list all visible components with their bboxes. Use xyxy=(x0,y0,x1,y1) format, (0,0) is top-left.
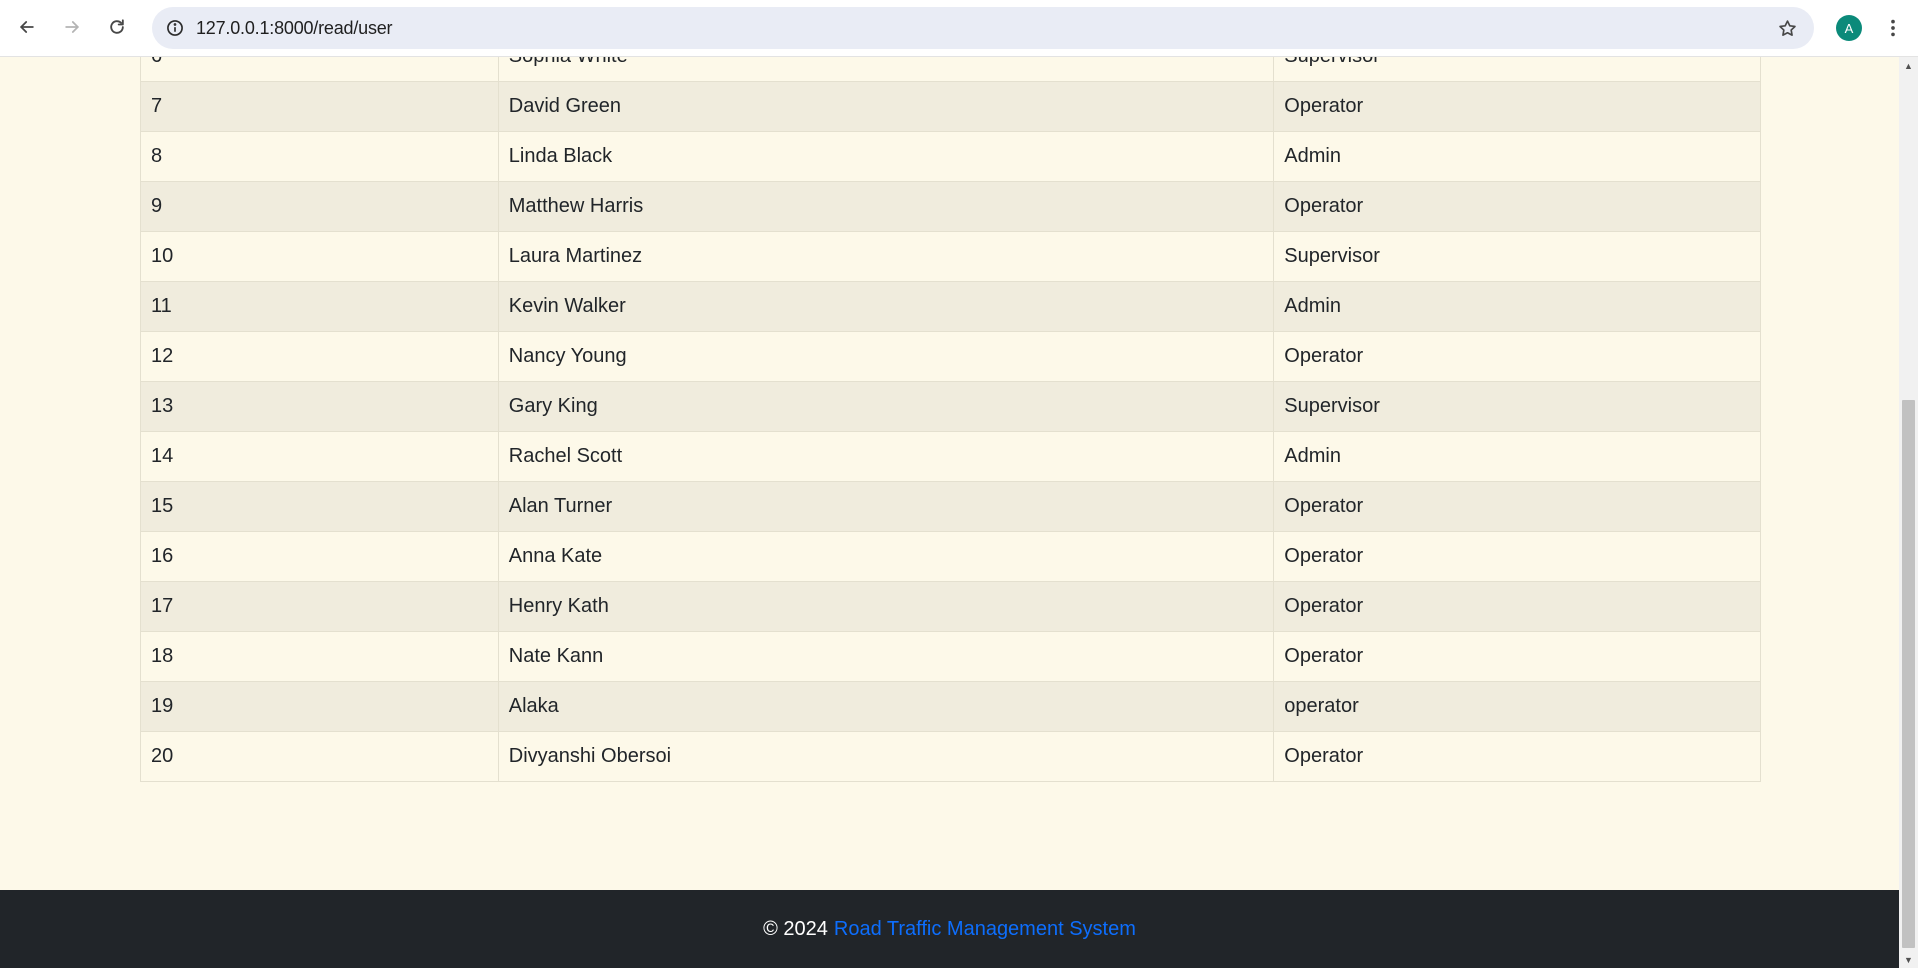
forward-arrow-icon xyxy=(65,21,79,33)
user-name-cell: Rachel Scott xyxy=(497,431,1275,482)
table-row: 20 Divyanshi Obersoi Operator xyxy=(140,731,1761,782)
table-row: 12 Nancy Young Operator xyxy=(140,331,1761,382)
user-role-cell: Operator xyxy=(1273,531,1761,582)
user-id-cell: 8 xyxy=(140,131,499,182)
user-name-cell: Alaka xyxy=(497,681,1275,732)
table-row: 8 Linda Black Admin xyxy=(140,131,1761,182)
user-id-cell: 7 xyxy=(140,81,499,132)
table-row: 10 Laura Martinez Supervisor xyxy=(140,231,1761,282)
user-name-cell: David Green xyxy=(497,81,1275,132)
user-role-cell: Admin xyxy=(1273,131,1761,182)
user-id-cell: 12 xyxy=(140,331,499,382)
user-id-cell: 18 xyxy=(140,631,499,682)
star-icon[interactable] xyxy=(1774,15,1800,41)
scroll-up-arrow-icon[interactable]: ▲ xyxy=(1899,57,1918,74)
user-role-cell: Supervisor xyxy=(1273,57,1761,82)
scrollbar-thumb[interactable] xyxy=(1902,400,1915,948)
table-row: 6Sophia WhiteSupervisor xyxy=(140,57,1761,82)
kebab-menu-icon[interactable] xyxy=(1880,14,1906,42)
user-role-cell: Operator xyxy=(1273,731,1761,782)
address-bar[interactable]: 127.0.0.1:8000/read/user xyxy=(152,7,1814,49)
table-row: 19 Alaka operator xyxy=(140,681,1761,732)
table-row: 11 Kevin Walker Admin xyxy=(140,281,1761,332)
user-name-cell: Nate Kann xyxy=(497,631,1275,682)
user-role-cell: Operator xyxy=(1273,81,1761,132)
user-id-cell: 15 xyxy=(140,481,499,532)
vertical-scrollbar[interactable]: ▲ ▼ xyxy=(1899,57,1918,968)
user-id-cell: 6 xyxy=(140,57,499,82)
info-icon[interactable] xyxy=(162,15,188,41)
page-content: 6Sophia WhiteSupervisor7David GreenOpera… xyxy=(0,57,1899,968)
table-row: 7 David Green Operator xyxy=(140,81,1761,132)
user-name-cell: Kevin Walker xyxy=(497,281,1275,332)
user-id-cell: 19 xyxy=(140,681,499,732)
user-name-cell: Gary King xyxy=(497,381,1275,432)
user-role-cell: Admin xyxy=(1273,281,1761,332)
footer: © 2024 Road Traffic Management System xyxy=(0,890,1899,968)
user-name-cell: Sophia White xyxy=(497,57,1275,82)
table-row: 16 Anna Kate Operator xyxy=(140,531,1761,582)
user-name-cell: Anna Kate xyxy=(497,531,1275,582)
table-row: 15 Alan Turner Operator xyxy=(140,481,1761,532)
footer-link[interactable]: Road Traffic Management System xyxy=(834,918,1136,941)
user-name-cell: Nancy Young xyxy=(497,331,1275,382)
user-id-cell: 16 xyxy=(140,531,499,582)
url-text[interactable]: 127.0.0.1:8000/read/user xyxy=(196,18,393,39)
profile-initial: A xyxy=(1844,20,1854,36)
back-arrow-icon xyxy=(20,21,34,33)
browser-toolbar: 127.0.0.1:8000/read/user A xyxy=(0,0,1918,57)
user-role-cell: Operator xyxy=(1273,181,1761,232)
user-id-cell: 11 xyxy=(140,281,499,332)
user-role-cell: Admin xyxy=(1273,431,1761,482)
user-name-cell: Laura Martinez xyxy=(497,231,1275,282)
footer-copyright: © 2024 xyxy=(763,917,828,940)
table-row: 13 Gary King Supervisor xyxy=(140,381,1761,432)
user-name-cell: Divyanshi Obersoi xyxy=(497,731,1275,782)
users-table: 6Sophia WhiteSupervisor7David GreenOpera… xyxy=(140,57,1761,782)
user-id-cell: 17 xyxy=(140,581,499,632)
user-role-cell: operator xyxy=(1273,681,1761,732)
user-id-cell: 13 xyxy=(140,381,499,432)
user-role-cell: Operator xyxy=(1273,631,1761,682)
table-row: 18 Nate Kann Operator xyxy=(140,631,1761,682)
back-button[interactable] xyxy=(12,12,42,42)
forward-button[interactable] xyxy=(57,12,87,42)
scroll-down-arrow-icon[interactable]: ▼ xyxy=(1899,951,1918,968)
users-table-body: 6Sophia WhiteSupervisor7David GreenOpera… xyxy=(140,57,1761,782)
user-role-cell: Operator xyxy=(1273,481,1761,532)
table-row: 9 Matthew Harris Operator xyxy=(140,181,1761,232)
user-role-cell: Operator xyxy=(1273,331,1761,382)
user-id-cell: 9 xyxy=(140,181,499,232)
user-id-cell: 14 xyxy=(140,431,499,482)
user-role-cell: Operator xyxy=(1273,581,1761,632)
user-name-cell: Henry Kath xyxy=(497,581,1275,632)
user-role-cell: Supervisor xyxy=(1273,231,1761,282)
user-role-cell: Supervisor xyxy=(1273,381,1761,432)
reload-button[interactable] xyxy=(102,12,132,42)
user-id-cell: 10 xyxy=(140,231,499,282)
reload-icon xyxy=(110,19,124,34)
user-name-cell: Alan Turner xyxy=(497,481,1275,532)
table-row: 17 Henry Kath Operator xyxy=(140,581,1761,632)
user-name-cell: Linda Black xyxy=(497,131,1275,182)
table-row: 14 Rachel Scott Admin xyxy=(140,431,1761,482)
profile-avatar[interactable]: A xyxy=(1836,15,1862,41)
user-name-cell: Matthew Harris xyxy=(497,181,1275,232)
user-id-cell: 20 xyxy=(140,731,499,782)
